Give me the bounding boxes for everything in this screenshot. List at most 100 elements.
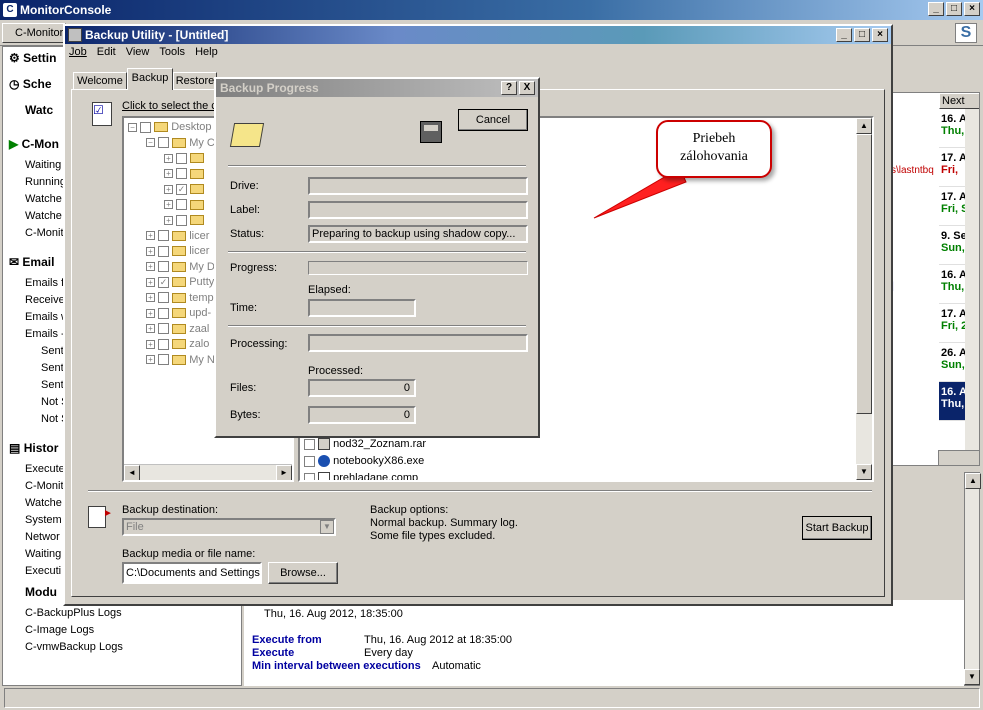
email-item[interactable]: Emails f [25, 275, 65, 292]
expand-icon[interactable]: + [146, 324, 155, 334]
expand-icon[interactable]: + [146, 355, 155, 365]
file-checkbox[interactable] [304, 455, 315, 467]
file-scroll-thumb[interactable] [856, 134, 872, 414]
modules-item[interactable]: C-BackupPlus Logs [25, 605, 225, 622]
expand-icon[interactable]: + [146, 277, 155, 287]
expand-icon[interactable]: + [146, 293, 155, 303]
sidebar-schedule-header[interactable]: ◷ Sche [9, 77, 52, 91]
column-header-next[interactable]: Next [939, 93, 979, 109]
menu-tools[interactable]: Tools [159, 46, 185, 62]
backup-close-button[interactable]: × [872, 28, 888, 42]
tab-restore[interactable]: Restore [173, 72, 217, 90]
tree-checkbox[interactable] [158, 245, 170, 257]
tree-checkbox[interactable] [158, 354, 170, 366]
modules-item[interactable]: C-vmwBackup Logs [25, 639, 225, 656]
tree-checkbox[interactable] [158, 261, 170, 273]
file-checkbox[interactable] [304, 438, 315, 450]
history-item[interactable]: Networ [25, 529, 65, 546]
sidebar-cmon-header[interactable]: ▶ C-Mon [9, 137, 59, 151]
expand-icon[interactable]: + [146, 339, 155, 349]
start-backup-button[interactable]: Start Backup [802, 516, 872, 540]
media-input[interactable]: C:\Documents and Settings\A [122, 562, 262, 584]
email-item[interactable]: Emails - [25, 326, 65, 343]
tree-checkbox[interactable] [158, 292, 170, 304]
email-sub-item[interactable]: Not S [41, 394, 65, 411]
sidebar-settings-header[interactable]: ⚙ Settin [9, 51, 56, 65]
tree-checkbox[interactable] [176, 152, 188, 164]
sidebar-history-header[interactable]: ▤ Histor [9, 441, 58, 455]
help-button[interactable]: ? [501, 81, 517, 95]
tree-checkbox[interactable] [158, 323, 170, 335]
email-item[interactable]: Receive [25, 292, 65, 309]
expand-icon[interactable]: − [146, 138, 155, 148]
history-item[interactable]: System [25, 512, 65, 529]
expand-icon[interactable]: + [164, 215, 173, 225]
chevron-down-icon[interactable]: ▼ [320, 520, 334, 534]
scroll-down-button[interactable]: ▼ [964, 669, 980, 685]
expand-icon[interactable]: + [164, 153, 173, 163]
tree-checkbox[interactable]: ✓ [176, 183, 188, 195]
sidebar-email-header[interactable]: ✉ Email [9, 255, 54, 269]
backup-minimize-button[interactable]: _ [836, 28, 852, 42]
email-sub-item[interactable]: Sent [41, 360, 65, 377]
expand-icon[interactable]: + [164, 184, 173, 194]
menu-view[interactable]: View [126, 46, 150, 62]
email-item[interactable]: Emails w [25, 309, 65, 326]
tree-checkbox[interactable] [158, 307, 170, 319]
tree-checkbox[interactable]: ✓ [158, 276, 170, 288]
file-scroll-down[interactable]: ▼ [856, 464, 872, 480]
scroll-up-button[interactable]: ▲ [965, 473, 981, 489]
expand-icon[interactable]: + [164, 200, 173, 210]
tree-checkbox[interactable] [176, 214, 188, 226]
tree-checkbox[interactable] [158, 338, 170, 350]
right-hscroll[interactable] [938, 450, 980, 466]
history-item[interactable]: Executi [25, 563, 65, 580]
file-item[interactable]: nod32_Zoznam.rar [304, 436, 426, 453]
close-button[interactable]: × [964, 2, 980, 16]
tree-scroll-right[interactable]: ► [276, 465, 292, 480]
history-item[interactable]: Watche [25, 495, 65, 512]
sidebar-watch-label[interactable]: Watc [25, 103, 53, 117]
browse-button[interactable]: Browse... [268, 562, 338, 584]
cmon-item[interactable]: C-Monit [25, 225, 65, 242]
cmon-item[interactable]: Watche [25, 208, 65, 225]
cmon-item[interactable]: Running [25, 174, 65, 191]
tree-checkbox[interactable] [158, 230, 170, 242]
expand-icon[interactable]: + [146, 308, 155, 318]
details-vscroll[interactable]: ▲ ▼ [964, 472, 981, 686]
maximize-button[interactable]: □ [946, 2, 962, 16]
right-scrollbar[interactable] [965, 109, 979, 465]
email-sub-item[interactable]: Sent [41, 343, 65, 360]
expand-icon[interactable]: + [146, 262, 155, 272]
history-item[interactable]: C-Monit [25, 478, 65, 495]
file-item[interactable]: prehladane.comp [304, 470, 426, 480]
cmonitor-tab[interactable]: C-Monitor [2, 23, 66, 43]
menu-help[interactable]: Help [195, 46, 218, 62]
file-checkbox[interactable] [304, 472, 315, 480]
menu-edit[interactable]: Edit [97, 46, 116, 62]
progress-close-button[interactable]: X [519, 81, 535, 95]
file-vscroll[interactable]: ▲ ▼ [856, 118, 872, 480]
tab-backup[interactable]: Backup [127, 68, 173, 90]
tree-checkbox[interactable] [140, 121, 152, 133]
modules-item[interactable]: C-Image Logs [25, 622, 225, 639]
cmon-item[interactable]: Watche [25, 191, 65, 208]
sidebar-modules-header[interactable]: Modu [25, 585, 57, 599]
tab-welcome[interactable]: Welcome [73, 72, 127, 90]
email-sub-item[interactable]: Sent [41, 377, 65, 394]
menu-job[interactable]: Job [69, 46, 87, 62]
file-item[interactable]: notebookyX86.exe [304, 453, 426, 470]
destination-select[interactable]: File ▼ [122, 518, 336, 536]
history-item[interactable]: Waiting [25, 546, 65, 563]
tree-checkbox[interactable] [176, 168, 188, 180]
email-sub-item[interactable]: Not S [41, 411, 65, 428]
cmon-item[interactable]: Waiting [25, 157, 65, 174]
expand-icon[interactable]: + [164, 169, 173, 179]
expand-icon[interactable]: + [146, 246, 155, 256]
expand-icon[interactable]: − [128, 122, 137, 132]
tree-checkbox[interactable] [158, 137, 170, 149]
tree-scroll-left[interactable]: ◄ [124, 465, 140, 480]
tree-hscroll[interactable]: ◄ ► [124, 464, 292, 480]
minimize-button[interactable]: _ [928, 2, 944, 16]
history-item[interactable]: Execute [25, 461, 65, 478]
